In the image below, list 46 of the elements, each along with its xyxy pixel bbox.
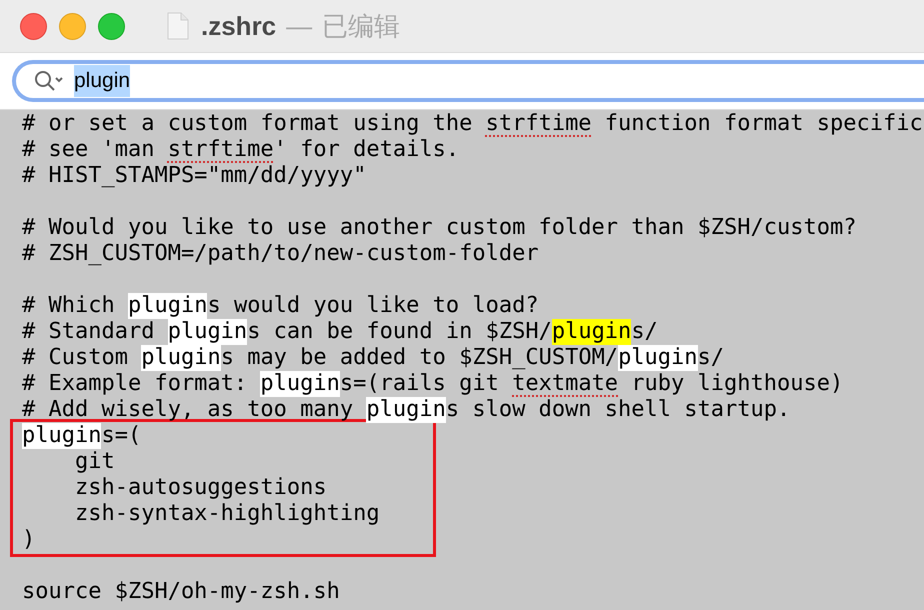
current-search-match: plugin bbox=[552, 319, 632, 345]
code-text: zsh-autosuggestions bbox=[74, 475, 327, 501]
minimize-button[interactable] bbox=[59, 12, 86, 40]
search-match: plugin bbox=[260, 371, 340, 397]
code-text: # see 'man bbox=[22, 137, 156, 163]
code-text: s would you like to load? bbox=[207, 293, 539, 319]
code-text: git bbox=[74, 449, 115, 475]
misspelled-word: strftime bbox=[486, 111, 592, 137]
code-text: s=( bbox=[101, 423, 142, 449]
document-icon bbox=[167, 12, 189, 40]
code-text: # Which bbox=[22, 293, 116, 319]
code-text: # Standard bbox=[22, 319, 156, 345]
misspelled-word: textmate bbox=[512, 371, 618, 397]
code-text: s/ bbox=[698, 345, 724, 371]
search-match: plugin bbox=[366, 397, 446, 423]
code-text: function format specific bbox=[604, 111, 923, 137]
window-title: .zshrc bbox=[201, 10, 276, 42]
code-text: # Custom bbox=[22, 345, 129, 371]
search-icon bbox=[34, 70, 64, 92]
code-text: s may be added to $ZSH_CUSTOM/ bbox=[220, 345, 618, 371]
code-text: # ZSH_CUSTOM=/path/to/new-custom-folder bbox=[22, 241, 539, 267]
search-match: plugin bbox=[22, 423, 102, 449]
code-text: source $ZSH/oh-my-zsh.sh bbox=[22, 579, 340, 605]
search-match: plugin bbox=[618, 345, 698, 371]
code-text: s/ bbox=[631, 319, 658, 345]
misspelled-word: strftime bbox=[168, 137, 274, 163]
code-text: ruby lighthouse) bbox=[630, 371, 844, 397]
code-text: s=(rails git bbox=[340, 371, 500, 397]
zoom-button[interactable] bbox=[98, 12, 125, 40]
code-text: # Add wisely, as too many bbox=[22, 397, 354, 423]
title-separator: — bbox=[286, 10, 312, 42]
search-match: plugin bbox=[141, 345, 221, 371]
code-text: ) bbox=[22, 527, 36, 553]
code-text: ' for details. bbox=[274, 137, 460, 163]
code-text: # HIST_STAMPS="mm/dd/yyyy" bbox=[22, 163, 366, 189]
search-match: plugin bbox=[168, 319, 248, 345]
edited-status: 已编辑 bbox=[322, 10, 400, 42]
close-button[interactable] bbox=[20, 12, 47, 40]
search-match: plugin bbox=[128, 293, 208, 319]
code-text: s slow down shell startup. bbox=[446, 397, 790, 423]
search-field[interactable]: plugin bbox=[12, 60, 924, 102]
code-text: # Would you like to use another custom folder than $ZSH/custom? bbox=[22, 215, 856, 241]
code-text: s can be found in $ZSH/ bbox=[247, 319, 552, 345]
code-text: zsh-syntax-highlighting bbox=[74, 501, 380, 527]
code-text: # Example format: bbox=[22, 371, 248, 397]
code-text: # or set a custom format using the bbox=[22, 111, 474, 137]
